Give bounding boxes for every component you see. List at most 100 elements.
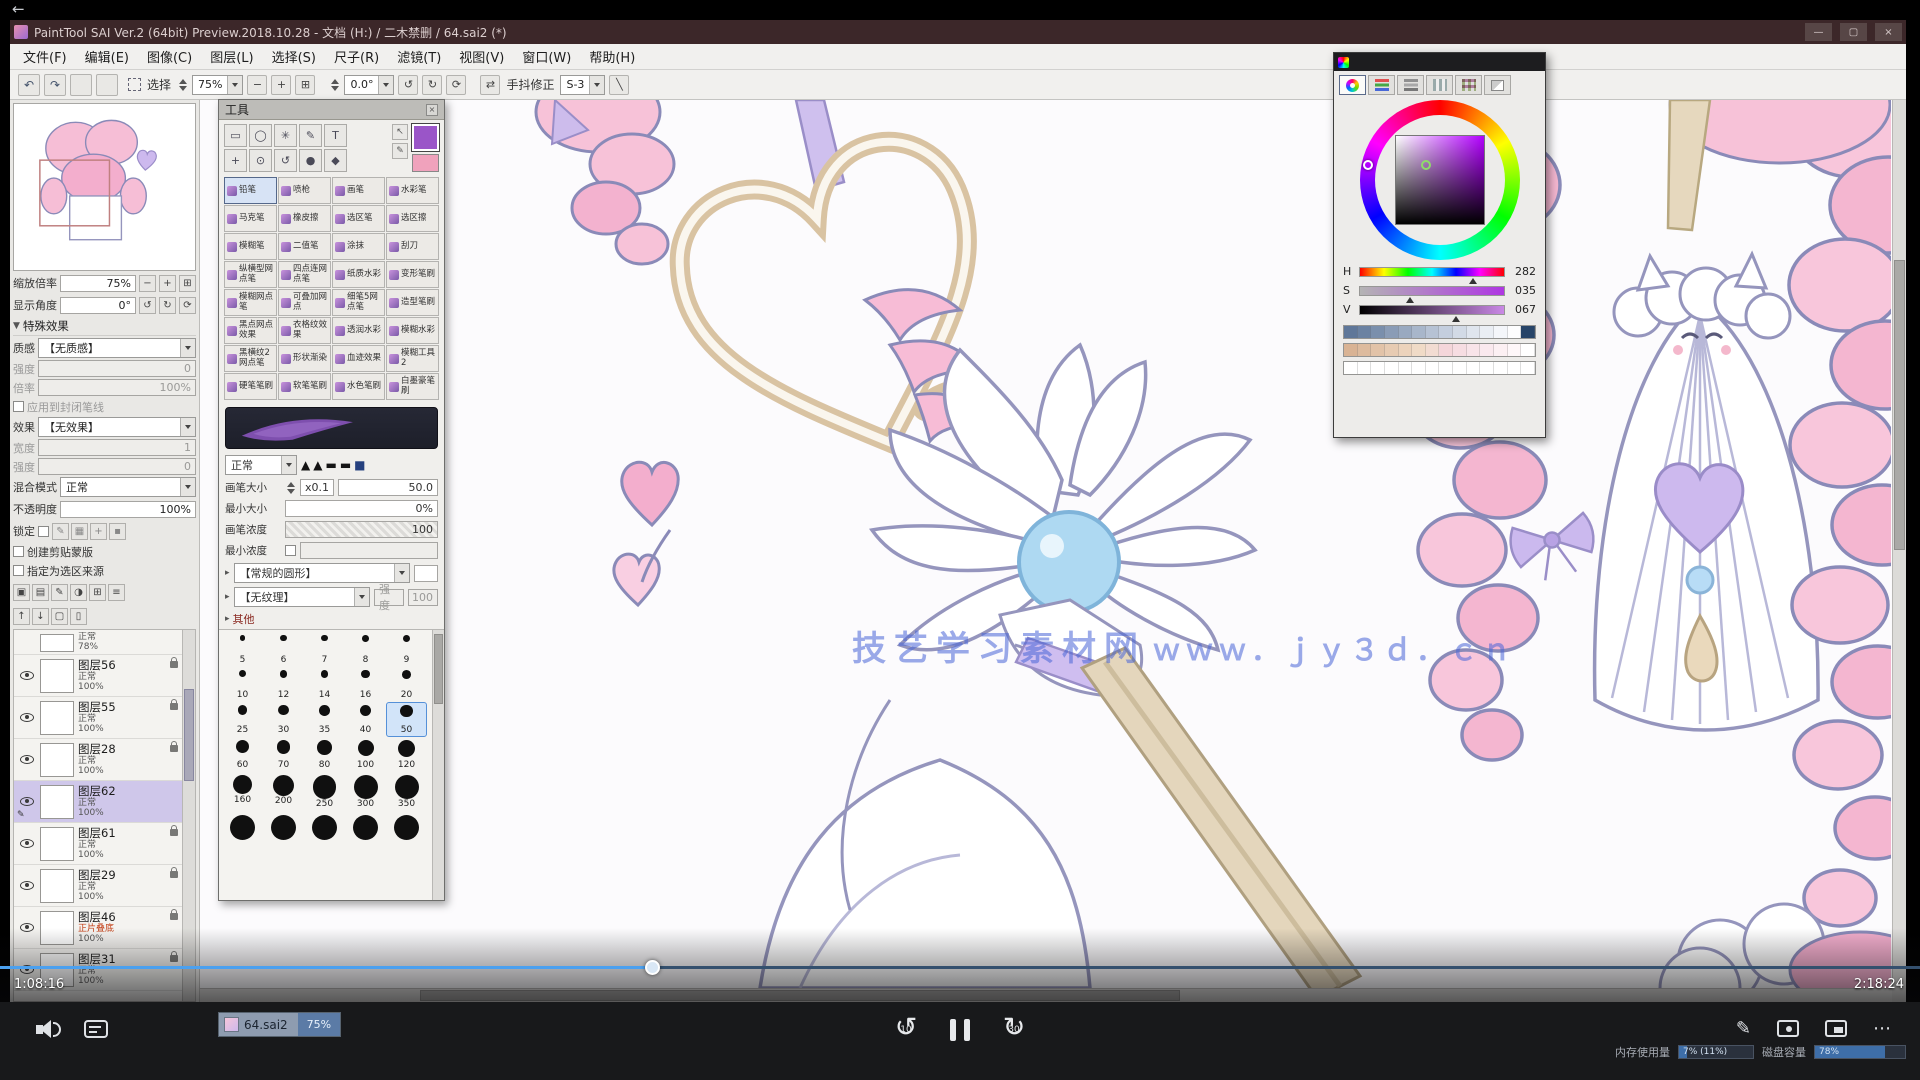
color-swatch[interactable] (1399, 344, 1413, 356)
menu-item-2[interactable]: 编辑(E) (76, 44, 138, 69)
rotate-canvas-tool[interactable]: ↺ (274, 149, 297, 172)
color-wheel[interactable] (1360, 100, 1520, 260)
menu-item-3[interactable]: 图像(C) (138, 44, 201, 69)
rotate-cw-button[interactable]: ↻ (422, 75, 442, 95)
color-swatch[interactable] (1508, 326, 1522, 338)
brush-size-20[interactable]: 20 (386, 667, 427, 702)
color-swatch[interactable] (1453, 344, 1467, 356)
rgb-sliders-tab[interactable] (1368, 75, 1395, 95)
brush-size-40[interactable]: 40 (345, 702, 386, 737)
color-swatch[interactable] (1521, 326, 1535, 338)
brush-19[interactable]: 细笔5网点笔 (332, 289, 385, 316)
brush-size-8[interactable]: 8 (345, 632, 386, 667)
brush-9[interactable]: 模糊笔 (224, 233, 277, 260)
menu-item-9[interactable]: 窗口(W) (513, 44, 580, 69)
hue-marker[interactable] (1469, 278, 1477, 284)
color-panel-titlebar[interactable] (1334, 53, 1545, 71)
brush-2[interactable]: 喷枪 (278, 177, 331, 204)
brush-size-120[interactable]: 120 (386, 737, 427, 772)
layer-row-图层29[interactable]: 图层29正常100% (14, 865, 182, 907)
lock-all-icon[interactable]: ▪ (109, 523, 126, 540)
brush-size-16[interactable]: 16 (345, 667, 386, 702)
clip-button[interactable]: ⊞ (89, 584, 106, 601)
undo-button[interactable]: ↶ (18, 74, 40, 96)
brush-size-350[interactable]: 350 (386, 772, 427, 807)
brush-size-25[interactable]: 25 (222, 702, 263, 737)
brush-15[interactable]: 纸质水彩 (332, 261, 385, 288)
move-layer-up-button[interactable]: ↑ (13, 608, 30, 625)
brush-20[interactable]: 造型笔刷 (386, 289, 439, 316)
layer-row-图层55[interactable]: 图层55正常100% (14, 697, 182, 739)
sat-track[interactable] (1359, 286, 1505, 296)
sat-marker[interactable] (1406, 297, 1414, 303)
brush-size-50[interactable]: 50 (386, 702, 427, 737)
color-swatch[interactable] (1439, 362, 1453, 374)
visibility-toggle[interactable] (18, 797, 36, 806)
color-swatch[interactable] (1480, 344, 1494, 356)
brush-size-35[interactable]: 35 (304, 702, 345, 737)
brush-size-extra-1[interactable] (222, 807, 263, 842)
pen-tool[interactable]: ✎ (299, 124, 322, 147)
brush-size-160[interactable]: 160 (222, 772, 263, 807)
mini-player-icon[interactable] (1825, 1020, 1847, 1037)
color-swatch[interactable] (1467, 326, 1481, 338)
brush-26[interactable]: 形状渐染 (278, 345, 331, 372)
brush-size-spinner[interactable] (285, 482, 296, 494)
menu-item-5[interactable]: 选择(S) (263, 44, 325, 69)
color-swatch[interactable] (1426, 326, 1440, 338)
stabilizer-combo[interactable]: S-3 (560, 75, 605, 95)
brush-size-extra-5[interactable] (386, 807, 427, 842)
brush-5[interactable]: 马克笔 (224, 205, 277, 232)
layer-row-top-partial[interactable]: 正常78% (14, 630, 182, 655)
texture-expand-icon[interactable]: ▸ (225, 592, 230, 602)
navigator[interactable] (13, 103, 196, 271)
scratchpad-tab[interactable] (1484, 75, 1511, 95)
brush-27[interactable]: 血迹效果 (332, 345, 385, 372)
sv-square[interactable] (1395, 135, 1485, 225)
color-swatch[interactable] (1439, 344, 1453, 356)
size-grid-scrollbar[interactable] (432, 630, 444, 900)
min-size-value[interactable]: 0% (285, 500, 438, 517)
brush-25[interactable]: 黑横纹2网点笔 (224, 345, 277, 372)
brush-size-6[interactable]: 6 (263, 632, 304, 667)
new-folder-button[interactable]: ▤ (32, 584, 49, 601)
brush-size-extra-3[interactable] (304, 807, 345, 842)
progress-handle[interactable] (645, 960, 660, 975)
more-options-icon[interactable]: ⋯ (1873, 1018, 1892, 1039)
canvas[interactable]: 技艺学习素材网 ｗｗｗ．ｊｙ３ｄ．ｃｎ (200, 100, 1906, 1002)
pause-button[interactable] (950, 1015, 970, 1041)
progress-bar[interactable] (0, 966, 1920, 969)
brush-10[interactable]: 二值笔 (278, 233, 331, 260)
visibility-toggle[interactable] (18, 713, 36, 722)
brush-size-10[interactable]: 10 (222, 667, 263, 702)
brush-32[interactable]: 白墨豪笔刷 (386, 373, 439, 400)
nav-zoom-value[interactable]: 75% (60, 275, 136, 292)
selection-source-checkbox[interactable] (13, 565, 24, 576)
brush-size-250[interactable]: 250 (304, 772, 345, 807)
pen-cursor-icon[interactable]: ✎ (392, 143, 408, 159)
brush-1[interactable]: 铅笔 (224, 177, 277, 204)
color-swatch[interactable] (1453, 326, 1467, 338)
lock-draw-icon[interactable]: ✎ (52, 523, 69, 540)
color-wheel-tab[interactable] (1339, 75, 1366, 95)
brush-16[interactable]: 变形笔刷 (386, 261, 439, 288)
layer-list-scrollbar[interactable] (182, 630, 195, 1001)
swatches-tab[interactable] (1455, 75, 1482, 95)
screenshot-icon[interactable] (1777, 1020, 1799, 1037)
brush-size-9[interactable]: 9 (386, 632, 427, 667)
brush-tip-shape-3[interactable]: ▬ (325, 458, 336, 472)
nav-angle-value[interactable]: 0° (60, 297, 136, 314)
zoom-spinner[interactable] (177, 79, 188, 91)
min-density-checkbox[interactable] (285, 545, 296, 556)
annotate-pencil-icon[interactable]: ✎ (1736, 1018, 1751, 1039)
brush-size-value[interactable]: 50.0 (338, 479, 438, 496)
brush-11[interactable]: 涂抹 (332, 233, 385, 260)
val-track[interactable] (1359, 305, 1505, 315)
apply-to-linework-checkbox[interactable] (13, 401, 24, 412)
angle-combo[interactable]: 0.0° (344, 75, 394, 95)
color-swatch[interactable] (1344, 326, 1358, 338)
zoom-fit-button[interactable]: ⊞ (295, 75, 315, 95)
menu-item-4[interactable]: 图层(L) (201, 44, 262, 69)
nav-rotate-ccw-button[interactable]: ↺ (139, 297, 156, 314)
brush-size-80[interactable]: 80 (304, 737, 345, 772)
